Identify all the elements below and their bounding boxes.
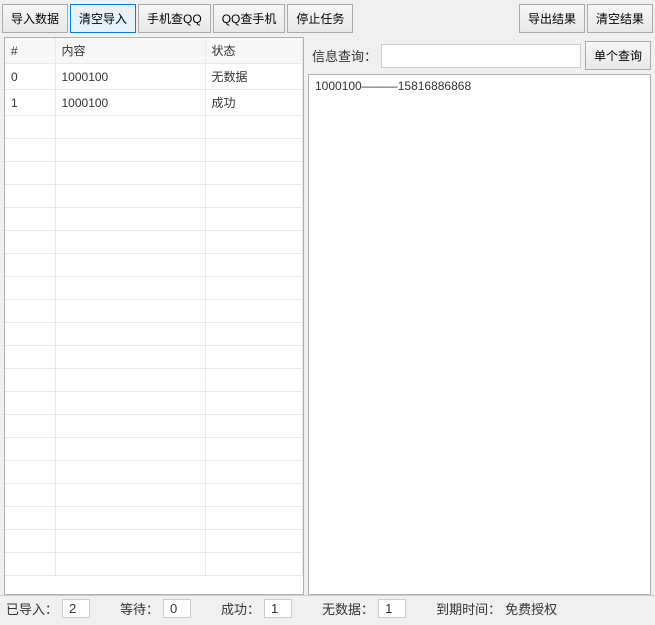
table-row[interactable] xyxy=(5,461,303,484)
status-success-value: 1 xyxy=(264,599,292,618)
table-row[interactable] xyxy=(5,484,303,507)
data-table-panel: # 内容 状态 01000100无数据11000100成功 xyxy=(4,37,304,595)
status-imported-label: 已导入： xyxy=(6,599,58,618)
table-row[interactable] xyxy=(5,530,303,553)
status-expire: 到期时间： 免费授权 xyxy=(430,599,563,618)
status-nodata-value: 1 xyxy=(378,599,406,618)
data-table[interactable]: # 内容 状态 01000100无数据11000100成功 xyxy=(5,38,303,576)
col-header-index[interactable]: # xyxy=(5,38,55,64)
clear-result-button[interactable]: 清空结果 xyxy=(587,4,653,33)
status-expire-label: 到期时间： xyxy=(436,599,501,618)
table-row[interactable] xyxy=(5,369,303,392)
status-success: 成功： 1 xyxy=(215,599,298,618)
table-row[interactable] xyxy=(5,139,303,162)
table-row[interactable] xyxy=(5,507,303,530)
table-row[interactable] xyxy=(5,254,303,277)
single-query-button[interactable]: 单个查询 xyxy=(585,41,651,70)
status-imported: 已导入： 2 xyxy=(0,599,96,618)
content-area: # 内容 状态 01000100无数据11000100成功 信息查询： 单个查询… xyxy=(0,37,655,595)
right-panel: 信息查询： 单个查询 1000100———15816886868 xyxy=(308,37,651,595)
import-data-button[interactable]: 导入数据 xyxy=(2,4,68,33)
table-row[interactable] xyxy=(5,438,303,461)
col-header-status[interactable]: 状态 xyxy=(205,38,303,64)
table-row[interactable] xyxy=(5,392,303,415)
table-row[interactable] xyxy=(5,277,303,300)
export-result-button[interactable]: 导出结果 xyxy=(519,4,585,33)
cell-index: 1 xyxy=(5,90,55,116)
cell-content: 1000100 xyxy=(55,64,205,90)
table-row[interactable] xyxy=(5,208,303,231)
status-waiting-label: 等待： xyxy=(120,599,159,618)
status-waiting-value: 0 xyxy=(163,599,191,618)
table-row[interactable]: 11000100成功 xyxy=(5,90,303,116)
stop-task-button[interactable]: 停止任务 xyxy=(287,4,353,33)
query-input[interactable] xyxy=(381,44,581,68)
cell-status: 成功 xyxy=(205,90,303,116)
table-row[interactable] xyxy=(5,116,303,139)
result-line: 1000100———15816886868 xyxy=(315,79,644,93)
col-header-content[interactable]: 内容 xyxy=(55,38,205,64)
table-row[interactable] xyxy=(5,346,303,369)
table-row[interactable] xyxy=(5,553,303,576)
table-row[interactable] xyxy=(5,185,303,208)
toolbar: 导入数据 清空导入 手机查QQ QQ查手机 停止任务 导出结果 清空结果 xyxy=(0,0,655,37)
status-expire-value: 免费授权 xyxy=(505,599,557,618)
result-box[interactable]: 1000100———15816886868 xyxy=(308,74,651,595)
table-header-row: # 内容 状态 xyxy=(5,38,303,64)
table-row[interactable] xyxy=(5,323,303,346)
query-row: 信息查询： 单个查询 xyxy=(308,37,651,74)
cell-status: 无数据 xyxy=(205,64,303,90)
cell-index: 0 xyxy=(5,64,55,90)
status-success-label: 成功： xyxy=(221,599,260,618)
table-row[interactable] xyxy=(5,162,303,185)
statusbar: 已导入： 2 等待： 0 成功： 1 无数据： 1 到期时间： 免费授权 xyxy=(0,595,655,621)
status-waiting: 等待： 0 xyxy=(114,599,197,618)
status-imported-value: 2 xyxy=(62,599,90,618)
status-nodata-label: 无数据： xyxy=(322,599,374,618)
phone-lookup-qq-button[interactable]: 手机查QQ xyxy=(138,4,211,33)
qq-lookup-phone-button[interactable]: QQ查手机 xyxy=(213,4,286,33)
table-row[interactable] xyxy=(5,300,303,323)
status-nodata: 无数据： 1 xyxy=(316,599,412,618)
query-label: 信息查询： xyxy=(308,46,377,65)
clear-import-button[interactable]: 清空导入 xyxy=(70,4,136,33)
cell-content: 1000100 xyxy=(55,90,205,116)
table-row[interactable] xyxy=(5,231,303,254)
table-row[interactable]: 01000100无数据 xyxy=(5,64,303,90)
table-row[interactable] xyxy=(5,415,303,438)
